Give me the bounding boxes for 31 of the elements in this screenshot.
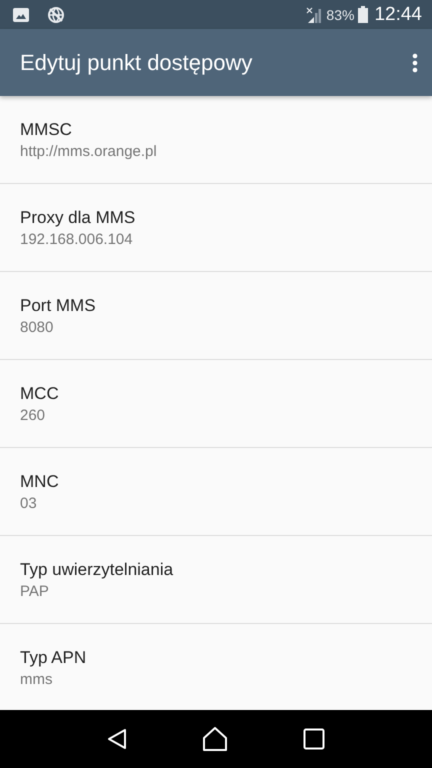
setting-item[interactable]: MMSC http://mms.orange.pl [0,96,432,184]
setting-value: http://mms.orange.pl [20,142,157,160]
setting-label: Proxy dla MMS [20,208,136,228]
image-icon [13,8,29,22]
home-icon[interactable] [202,727,228,751]
more-options-icon[interactable] [412,52,418,72]
setting-label: Port MMS [20,296,96,316]
screen-title: Edytuj punkt dostępowy [20,50,254,76]
setting-value: 192.168.006.104 [20,230,133,248]
back-icon[interactable] [107,728,128,750]
setting-value: PAP [20,582,49,600]
battery-icon [358,6,368,23]
setting-item[interactable]: MNC 03 [0,448,432,536]
setting-label: Typ uwierzytelniania [20,560,174,580]
setting-label: MNC [20,472,59,492]
globe-off-icon [47,6,65,24]
setting-label: MMSC [20,120,72,140]
signal-icon [306,6,322,22]
setting-item[interactable]: Proxy dla MMS 192.168.006.104 [0,184,432,272]
setting-label: MCC [20,384,59,404]
setting-value: mms [20,670,52,688]
setting-label: Typ APN [20,648,86,668]
recents-icon[interactable] [302,728,325,750]
setting-value: 260 [20,406,46,424]
setting-value: 8080 [20,318,54,336]
battery-percentage: 83% [326,6,354,22]
setting-item[interactable]: MCC 260 [0,360,432,448]
setting-value: 03 [20,494,37,512]
clock: 12:44 [374,4,422,26]
setting-item[interactable]: Typ uwierzytelniania PAP [0,536,432,624]
setting-item[interactable]: Port MMS 8080 [0,272,432,360]
